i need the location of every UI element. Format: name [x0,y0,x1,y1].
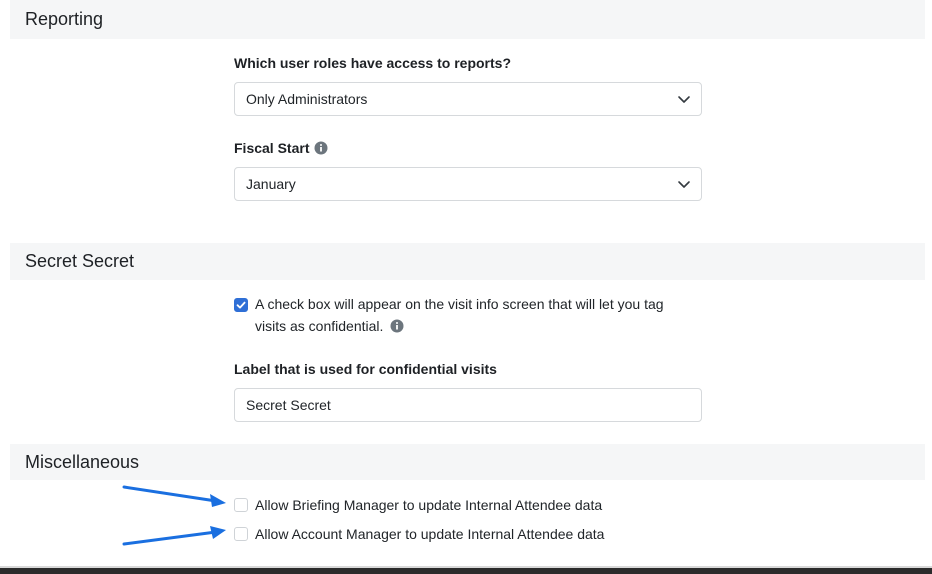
confidential-label-input[interactable]: Secret Secret [234,388,702,422]
briefing-manager-checkbox[interactable] [234,498,248,512]
annotation-arrow-account [122,526,226,546]
bottom-bar [0,566,932,574]
roles-label: Which user roles have access to reports? [234,55,511,71]
confidential-label-label: Label that is used for confidential visi… [234,361,497,377]
confidential-checkbox-label: A check box will appear on the visit inf… [255,293,715,337]
section-title-reporting: Reporting [25,9,104,29]
section-header-reporting: Reporting [10,0,925,39]
section-title-misc: Miscellaneous [25,452,140,472]
section-header-misc: Miscellaneous [10,444,925,480]
roles-select[interactable]: Only Administrators [234,82,702,116]
section-title-secret: Secret Secret [25,251,135,271]
confidential-checkbox[interactable] [234,298,248,312]
confidential-label-label-text: Label that is used for confidential visi… [234,361,497,377]
confidential-line1: A check box will appear on the visit inf… [255,296,664,312]
section-header-secret: Secret Secret [10,243,925,280]
fiscal-start-select[interactable]: January [234,167,702,201]
account-manager-label-text: Allow Account Manager to update Internal… [255,526,605,542]
fiscal-start-select-value: January [246,176,296,192]
account-manager-label: Allow Account Manager to update Internal… [255,523,604,545]
confidential-line2: visits as confidential. [255,318,384,334]
account-manager-checkbox[interactable] [234,527,248,541]
chevron-down-icon [678,96,690,103]
check-icon [236,301,246,309]
annotation-arrow-briefing [122,485,226,507]
info-icon[interactable] [390,319,404,333]
briefing-manager-label-text: Allow Briefing Manager to update Interna… [255,497,603,513]
roles-label-text: Which user roles have access to reports? [234,55,511,71]
info-icon[interactable] [314,141,328,155]
fiscal-start-label: Fiscal Start [234,140,328,156]
roles-select-value: Only Administrators [246,91,368,107]
fiscal-start-label-text: Fiscal Start [234,140,310,156]
confidential-label-value: Secret Secret [246,397,331,413]
briefing-manager-label: Allow Briefing Manager to update Interna… [255,494,602,516]
chevron-down-icon [678,181,690,188]
